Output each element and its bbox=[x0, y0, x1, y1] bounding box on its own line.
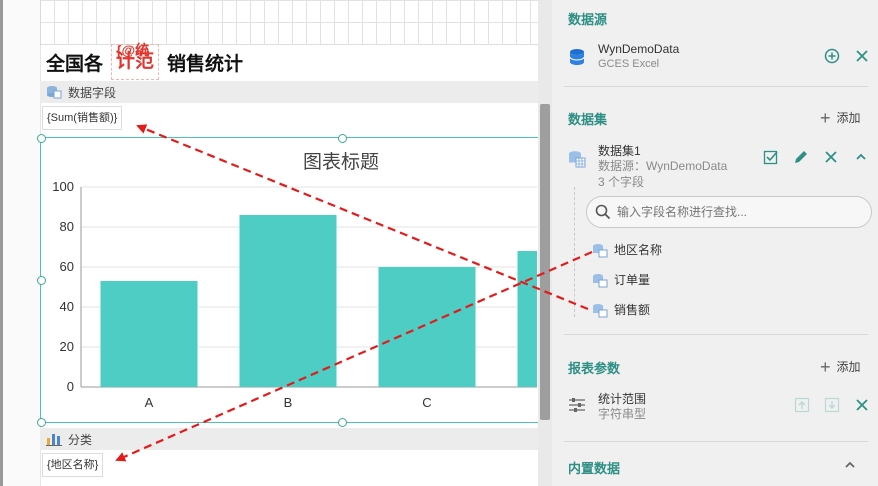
divider bbox=[564, 86, 868, 87]
y-tick-label: 60 bbox=[60, 259, 74, 274]
parameter-type: 字符串型 bbox=[598, 407, 647, 421]
plus-icon: + bbox=[820, 107, 831, 128]
plus-icon: + bbox=[820, 356, 831, 377]
title-text-part-2[interactable]: 销售统计 bbox=[161, 49, 249, 76]
add-dataset-button[interactable]: + 添加 bbox=[820, 107, 861, 128]
y-tick-label: 80 bbox=[60, 219, 74, 234]
y-tick-label: 20 bbox=[60, 339, 74, 354]
move-down-icon[interactable] bbox=[824, 397, 840, 413]
field-item-sales-amount[interactable]: 销售额 bbox=[592, 301, 650, 318]
datasource-name[interactable]: WynDemoData bbox=[598, 42, 679, 56]
field-item-region-name[interactable]: 地区名称 bbox=[592, 241, 662, 258]
dataset-field-count: 3 个字段 bbox=[598, 175, 645, 189]
category-band-header[interactable]: 分类 bbox=[40, 428, 538, 450]
search-icon bbox=[595, 204, 611, 220]
data-panel: 数据源 WynDemoData GCES Excel 数据集 + 添加 数据集1… bbox=[552, 0, 878, 486]
parameters-section-title: 报表参数 bbox=[568, 361, 621, 376]
datasource-type: GCES Excel bbox=[598, 58, 660, 70]
validate-check-icon[interactable] bbox=[763, 149, 779, 165]
field-label: 订单量 bbox=[614, 273, 651, 287]
resize-handle-top-left[interactable] bbox=[37, 134, 46, 143]
bar-chart: 图表标题020406080100ABCD bbox=[52, 151, 537, 410]
resize-handle-bottom-left[interactable] bbox=[37, 418, 46, 427]
collapse-chevron-up-icon[interactable] bbox=[853, 149, 869, 165]
y-tick-label: 40 bbox=[60, 299, 74, 314]
report-canvas[interactable]: 全国各 {@统 计范 销售统计 数据字段 {Sum(销售额)} 图表标题 0 20 4… bbox=[0, 0, 538, 486]
divider bbox=[564, 334, 868, 335]
field-label: 地区名称 bbox=[614, 243, 663, 257]
chart-title: 图表标题 bbox=[303, 151, 379, 173]
divider bbox=[564, 441, 868, 442]
scrollbar-thumb[interactable] bbox=[540, 104, 550, 420]
dataset-source: 数据源：WynDemoData bbox=[598, 159, 728, 173]
tree-connector-line bbox=[574, 187, 576, 317]
category-band-label: 分类 bbox=[68, 432, 93, 447]
title-parameter-expression[interactable]: {@统 计范 bbox=[111, 42, 160, 80]
y-tick-label: 0 bbox=[67, 379, 74, 394]
data-field-expression[interactable]: {Sum(销售额)} bbox=[42, 106, 123, 130]
builtin-data-section-title: 内置数据 bbox=[568, 461, 621, 476]
category-field-expression[interactable]: {地区名称} bbox=[42, 453, 104, 477]
dataset-section-title: 数据集 bbox=[568, 112, 608, 127]
field-icon bbox=[592, 242, 608, 258]
field-icon bbox=[592, 272, 608, 288]
add-parameter-button[interactable]: + 添加 bbox=[820, 356, 861, 377]
remove-datasource-close-icon[interactable] bbox=[854, 48, 870, 64]
add-parameter-label: 添加 bbox=[836, 360, 861, 374]
data-band-label: 数据字段 bbox=[68, 85, 117, 100]
delete-parameter-close-icon[interactable] bbox=[854, 397, 870, 413]
bar-A bbox=[100, 281, 198, 387]
delete-dataset-close-icon[interactable] bbox=[823, 149, 839, 165]
category-chart-icon bbox=[46, 432, 62, 446]
x-tick-label: C bbox=[422, 395, 431, 410]
add-dataset-label: 添加 bbox=[836, 111, 861, 125]
field-search-box[interactable] bbox=[586, 196, 872, 228]
resize-handle-middle-left[interactable] bbox=[37, 276, 46, 285]
resize-handle-top-middle[interactable] bbox=[338, 134, 347, 143]
y-tick-label: 100 bbox=[52, 179, 74, 194]
dataset-table-icon bbox=[568, 150, 586, 168]
parameter-sliders-icon bbox=[568, 396, 586, 414]
database-icon bbox=[568, 48, 586, 66]
bar-C bbox=[378, 267, 476, 387]
x-tick-label: B bbox=[284, 395, 293, 410]
add-circle-icon[interactable] bbox=[824, 48, 840, 64]
chart-container[interactable]: 图表标题020406080100ABCD bbox=[40, 137, 538, 423]
field-icon bbox=[592, 302, 608, 318]
title-text-part-1[interactable]: 全国各 bbox=[40, 49, 109, 76]
bar-D bbox=[517, 251, 537, 387]
database-field-icon bbox=[46, 85, 62, 99]
title-parameter-fragment: {@统 bbox=[116, 42, 150, 58]
bar-B bbox=[239, 215, 337, 387]
edit-pencil-icon[interactable] bbox=[793, 149, 809, 165]
field-label: 销售额 bbox=[614, 303, 651, 317]
report-title-row[interactable]: 全国各 {@统 计范 销售统计 bbox=[40, 42, 538, 80]
field-search-input[interactable] bbox=[615, 204, 859, 220]
move-up-icon[interactable] bbox=[794, 397, 810, 413]
x-tick-label: A bbox=[145, 395, 154, 410]
data-field-band-header[interactable]: 数据字段 bbox=[40, 81, 538, 103]
resize-handle-bottom-middle[interactable] bbox=[338, 418, 347, 427]
canvas-scrollbar[interactable] bbox=[538, 0, 552, 486]
field-item-order-count[interactable]: 订单量 bbox=[592, 271, 650, 288]
left-gutter bbox=[0, 0, 41, 486]
collapse-chevron-up-icon[interactable] bbox=[842, 457, 858, 473]
datasource-section-title: 数据源 bbox=[568, 12, 608, 27]
canvas-grid bbox=[40, 0, 538, 45]
